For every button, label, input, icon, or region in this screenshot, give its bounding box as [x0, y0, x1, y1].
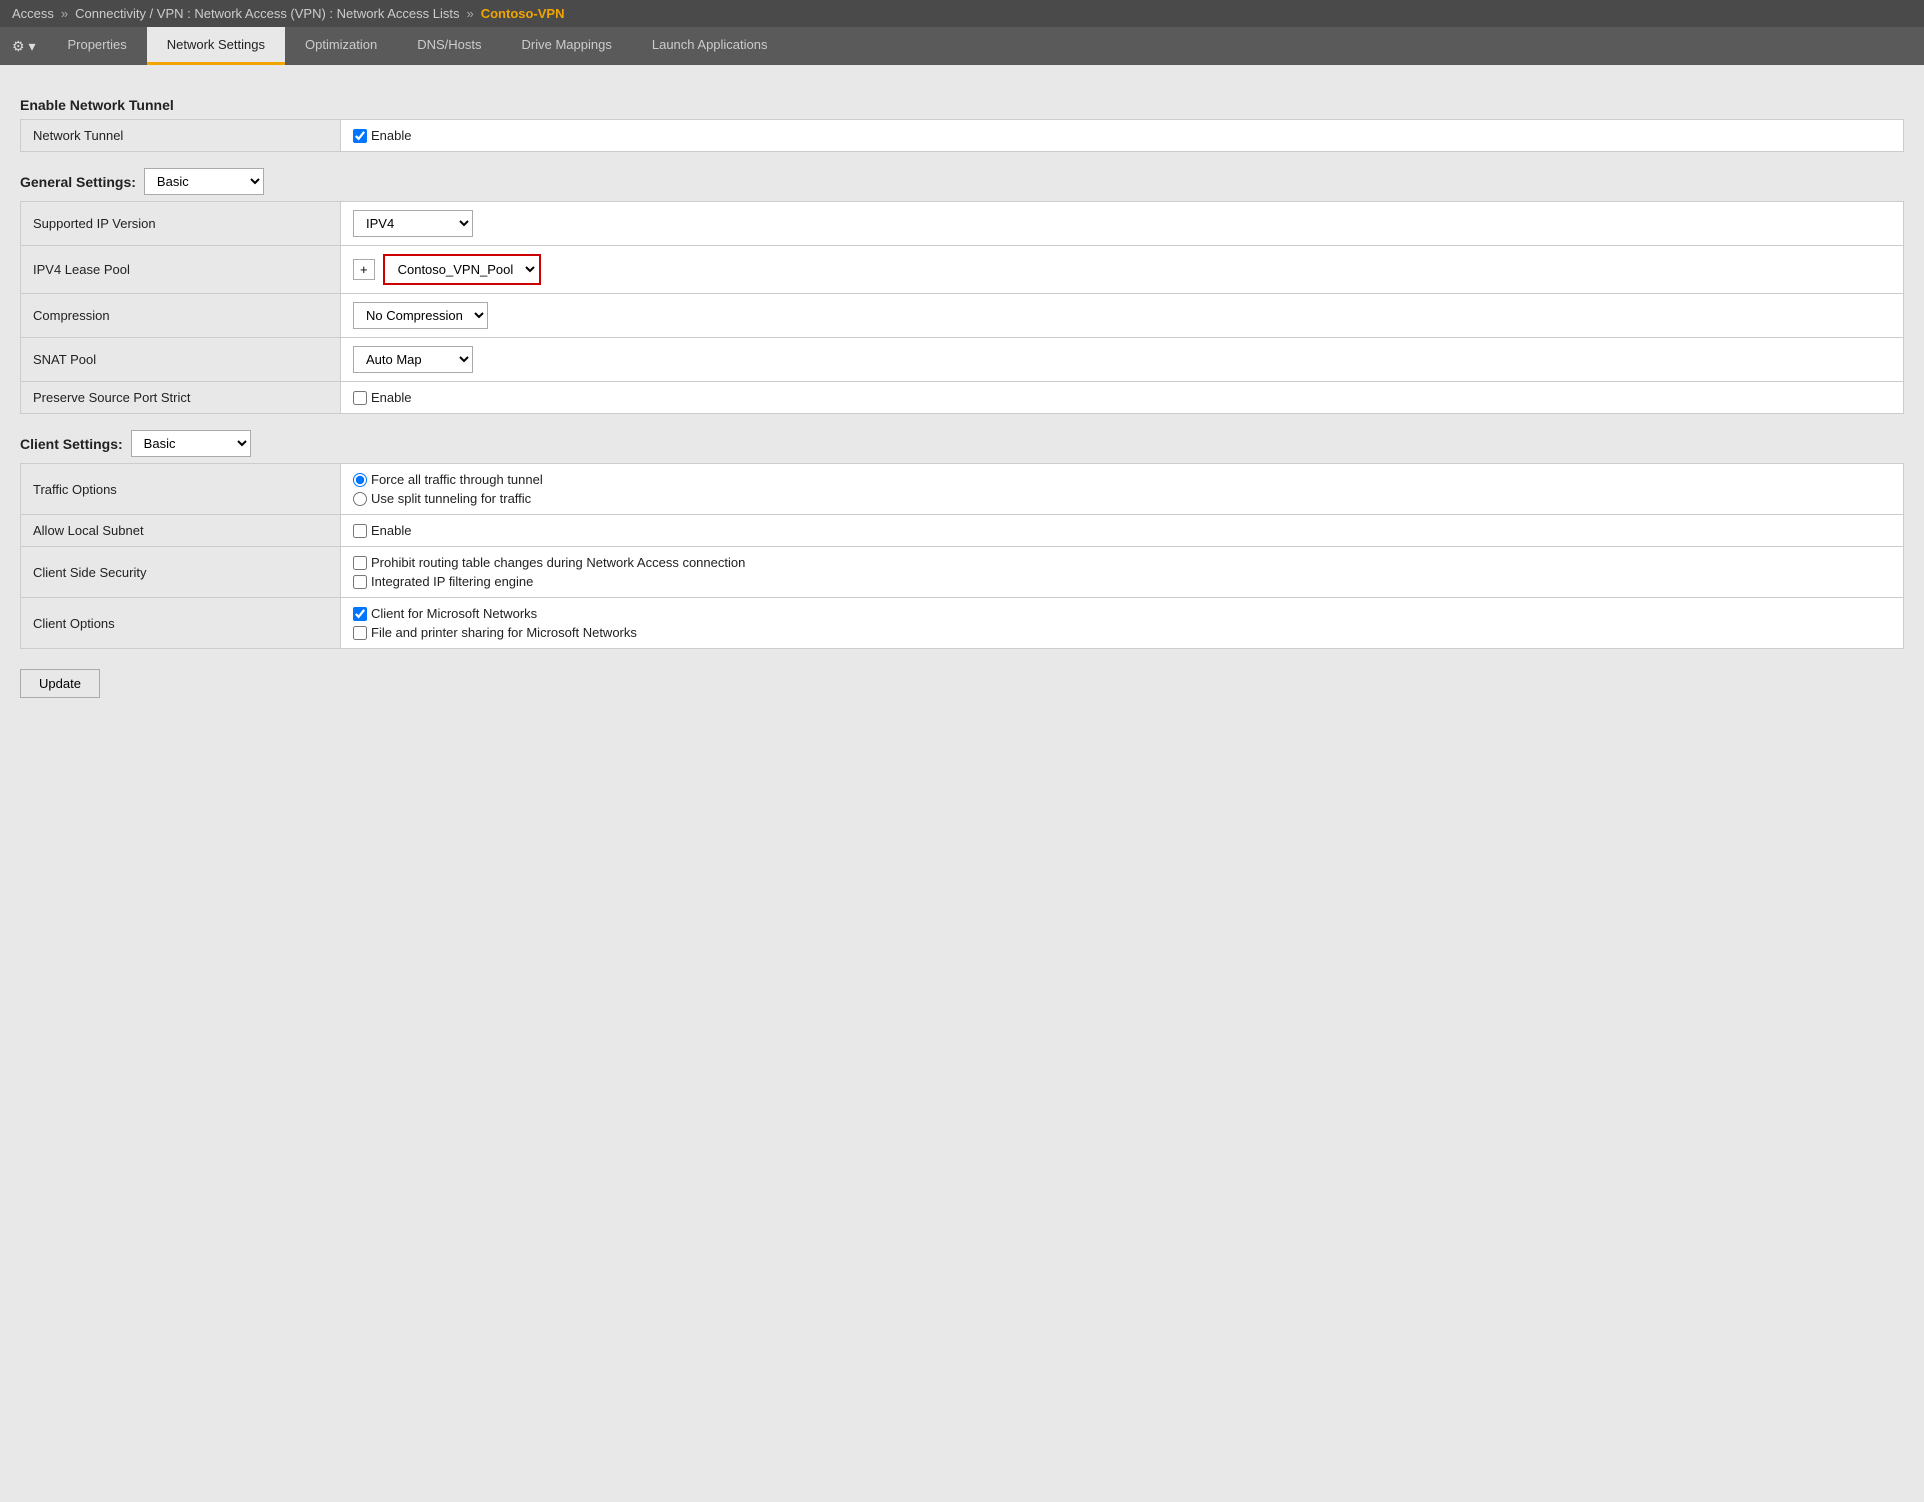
compression-value: No Compression LZS DEFLATE: [341, 294, 1904, 338]
gear-button[interactable]: ⚙ ▾: [0, 27, 47, 65]
tab-network-settings[interactable]: Network Settings: [147, 27, 285, 65]
client-options-group: Client for Microsoft Networks File and p…: [353, 606, 1891, 640]
supported-ip-version-select[interactable]: IPV4 IPV6 Both: [353, 210, 473, 237]
snat-pool-label: SNAT Pool: [21, 338, 341, 382]
breadcrumb-current: Contoso-VPN: [481, 6, 565, 21]
network-tunnel-checkbox[interactable]: [353, 129, 367, 143]
snat-pool-select[interactable]: Auto Map None: [353, 346, 473, 373]
tab-bar: ⚙ ▾ Properties Network Settings Optimiza…: [0, 27, 1924, 65]
allow-local-subnet-checkbox[interactable]: [353, 524, 367, 538]
ipv4-add-button[interactable]: +: [353, 259, 375, 280]
traffic-option-force-radio[interactable]: [353, 473, 367, 487]
tab-properties[interactable]: Properties: [47, 27, 146, 65]
client-options-label: Client Options: [21, 598, 341, 649]
table-row: Preserve Source Port Strict Enable: [21, 382, 1904, 414]
integrated-ip-filtering-text: Integrated IP filtering engine: [371, 574, 533, 589]
prohibit-routing-label[interactable]: Prohibit routing table changes during Ne…: [353, 555, 1891, 570]
table-row: IPV4 Lease Pool + Contoso_VPN_Pool Other…: [21, 246, 1904, 294]
client-settings-dropdown[interactable]: Basic Advanced: [131, 430, 251, 457]
integrated-ip-filtering-label[interactable]: Integrated IP filtering engine: [353, 574, 1891, 589]
breadcrumb: Access » Connectivity / VPN : Network Ac…: [0, 0, 1924, 27]
compression-select[interactable]: No Compression LZS DEFLATE: [353, 302, 488, 329]
traffic-option-force-label[interactable]: Force all traffic through tunnel: [353, 472, 1891, 487]
supported-ip-version-label: Supported IP Version: [21, 202, 341, 246]
breadcrumb-sep-2: »: [466, 6, 473, 21]
tab-dns-hosts[interactable]: DNS/Hosts: [397, 27, 501, 65]
allow-local-subnet-label: Allow Local Subnet: [21, 515, 341, 547]
enable-network-tunnel-header: Enable Network Tunnel: [20, 97, 1904, 113]
breadcrumb-path: Connectivity / VPN : Network Access (VPN…: [75, 6, 459, 21]
breadcrumb-access: Access: [12, 6, 54, 21]
table-row: Traffic Options Force all traffic throug…: [21, 464, 1904, 515]
table-row: Compression No Compression LZS DEFLATE: [21, 294, 1904, 338]
client-side-security-value: Prohibit routing table changes during Ne…: [341, 547, 1904, 598]
client-side-security-label: Client Side Security: [21, 547, 341, 598]
traffic-options-label: Traffic Options: [21, 464, 341, 515]
traffic-option-split-label[interactable]: Use split tunneling for traffic: [353, 491, 1891, 506]
preserve-source-port-label: Preserve Source Port Strict: [21, 382, 341, 414]
file-printer-sharing-checkbox[interactable]: [353, 626, 367, 640]
traffic-option-force-text: Force all traffic through tunnel: [371, 472, 543, 487]
client-microsoft-networks-checkbox[interactable]: [353, 607, 367, 621]
client-settings-table: Traffic Options Force all traffic throug…: [20, 463, 1904, 649]
prohibit-routing-text: Prohibit routing table changes during Ne…: [371, 555, 745, 570]
traffic-options-value: Force all traffic through tunnel Use spl…: [341, 464, 1904, 515]
general-settings-header: General Settings: Basic Advanced: [20, 168, 1904, 195]
network-tunnel-label: Network Tunnel: [21, 120, 341, 152]
network-tunnel-enable-text: Enable: [371, 128, 411, 143]
preserve-source-port-checkbox[interactable]: [353, 391, 367, 405]
ipv4-lease-pool-select[interactable]: Contoso_VPN_Pool Other_Pool: [386, 257, 538, 282]
client-settings-header: Client Settings: Basic Advanced: [20, 430, 1904, 457]
client-microsoft-networks-text: Client for Microsoft Networks: [371, 606, 537, 621]
client-microsoft-networks-label[interactable]: Client for Microsoft Networks: [353, 606, 1891, 621]
allow-local-subnet-enable-label[interactable]: Enable: [353, 523, 1891, 538]
prohibit-routing-checkbox[interactable]: [353, 556, 367, 570]
table-row: SNAT Pool Auto Map None: [21, 338, 1904, 382]
network-tunnel-enable-label[interactable]: Enable: [353, 128, 1891, 143]
traffic-option-split-text: Use split tunneling for traffic: [371, 491, 531, 506]
traffic-options-radio-group: Force all traffic through tunnel Use spl…: [353, 472, 1891, 506]
snat-pool-value: Auto Map None: [341, 338, 1904, 382]
table-row: Client Options Client for Microsoft Netw…: [21, 598, 1904, 649]
main-content: Enable Network Tunnel Network Tunnel Ena…: [0, 65, 1924, 714]
supported-ip-version-value: IPV4 IPV6 Both: [341, 202, 1904, 246]
breadcrumb-sep-1: »: [61, 6, 68, 21]
network-tunnel-value: Enable: [341, 120, 1904, 152]
general-settings-dropdown[interactable]: Basic Advanced: [144, 168, 264, 195]
allow-local-subnet-enable-text: Enable: [371, 523, 411, 538]
preserve-source-port-value: Enable: [341, 382, 1904, 414]
tab-optimization[interactable]: Optimization: [285, 27, 397, 65]
general-settings-table: Supported IP Version IPV4 IPV6 Both IPV4…: [20, 201, 1904, 414]
table-row: Supported IP Version IPV4 IPV6 Both: [21, 202, 1904, 246]
ipv4-lease-pool-border: Contoso_VPN_Pool Other_Pool: [383, 254, 541, 285]
ipv4-lease-pool-label: IPV4 Lease Pool: [21, 246, 341, 294]
file-printer-sharing-text: File and printer sharing for Microsoft N…: [371, 625, 637, 640]
table-row: Client Side Security Prohibit routing ta…: [21, 547, 1904, 598]
tab-launch-applications[interactable]: Launch Applications: [632, 27, 788, 65]
table-row: Allow Local Subnet Enable: [21, 515, 1904, 547]
update-button[interactable]: Update: [20, 669, 100, 698]
preserve-source-port-enable-text: Enable: [371, 390, 411, 405]
traffic-option-split-radio[interactable]: [353, 492, 367, 506]
file-printer-sharing-label[interactable]: File and printer sharing for Microsoft N…: [353, 625, 1891, 640]
client-options-value: Client for Microsoft Networks File and p…: [341, 598, 1904, 649]
allow-local-subnet-value: Enable: [341, 515, 1904, 547]
preserve-source-port-enable-label[interactable]: Enable: [353, 390, 1891, 405]
tab-drive-mappings[interactable]: Drive Mappings: [502, 27, 632, 65]
compression-label: Compression: [21, 294, 341, 338]
integrated-ip-filtering-checkbox[interactable]: [353, 575, 367, 589]
client-side-security-group: Prohibit routing table changes during Ne…: [353, 555, 1891, 589]
table-row: Network Tunnel Enable: [21, 120, 1904, 152]
ipv4-lease-pool-value: + Contoso_VPN_Pool Other_Pool: [341, 246, 1904, 294]
enable-network-tunnel-table: Network Tunnel Enable: [20, 119, 1904, 152]
